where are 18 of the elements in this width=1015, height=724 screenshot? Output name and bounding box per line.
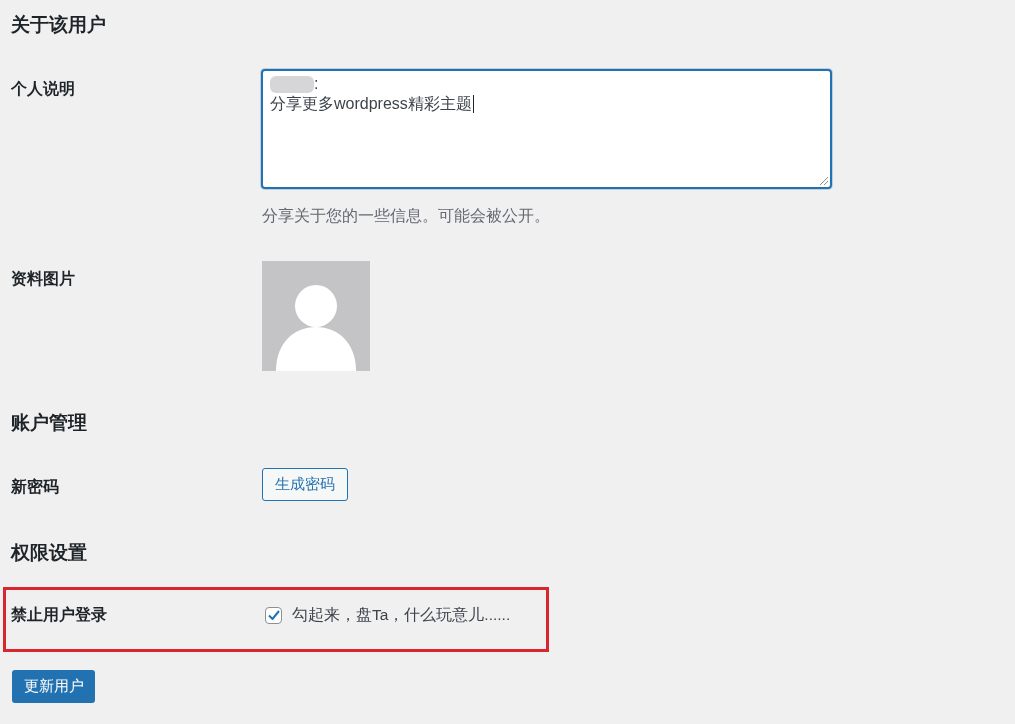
generate-password-button[interactable]: 生成密码: [262, 468, 348, 501]
textarea-text: :: [314, 74, 319, 94]
section-heading: 权限设置: [11, 542, 87, 564]
checkbox-label[interactable]: 勾起来，盘Ta，什么玩意儿......: [292, 605, 511, 625]
resize-grip-icon[interactable]: [820, 177, 828, 185]
bio-textarea[interactable]: : 分享更多wordpress精彩主题: [261, 69, 832, 189]
field-label: 禁止用户登录: [11, 605, 107, 625]
checkmark-icon: [267, 610, 280, 620]
textarea-text: 分享更多wordpress精彩主题: [270, 94, 472, 114]
field-description: 分享关于您的一些信息。可能会被公开。: [262, 206, 550, 226]
section-heading: 关于该用户: [11, 14, 106, 36]
text-cursor-icon: [472, 95, 474, 113]
update-user-button[interactable]: 更新用户: [12, 670, 95, 703]
field-label: 资料图片: [11, 269, 75, 289]
section-heading: 账户管理: [11, 412, 87, 434]
field-label: 新密码: [11, 477, 59, 497]
checkbox[interactable]: [265, 606, 282, 624]
field-label: 个人说明: [11, 79, 75, 99]
